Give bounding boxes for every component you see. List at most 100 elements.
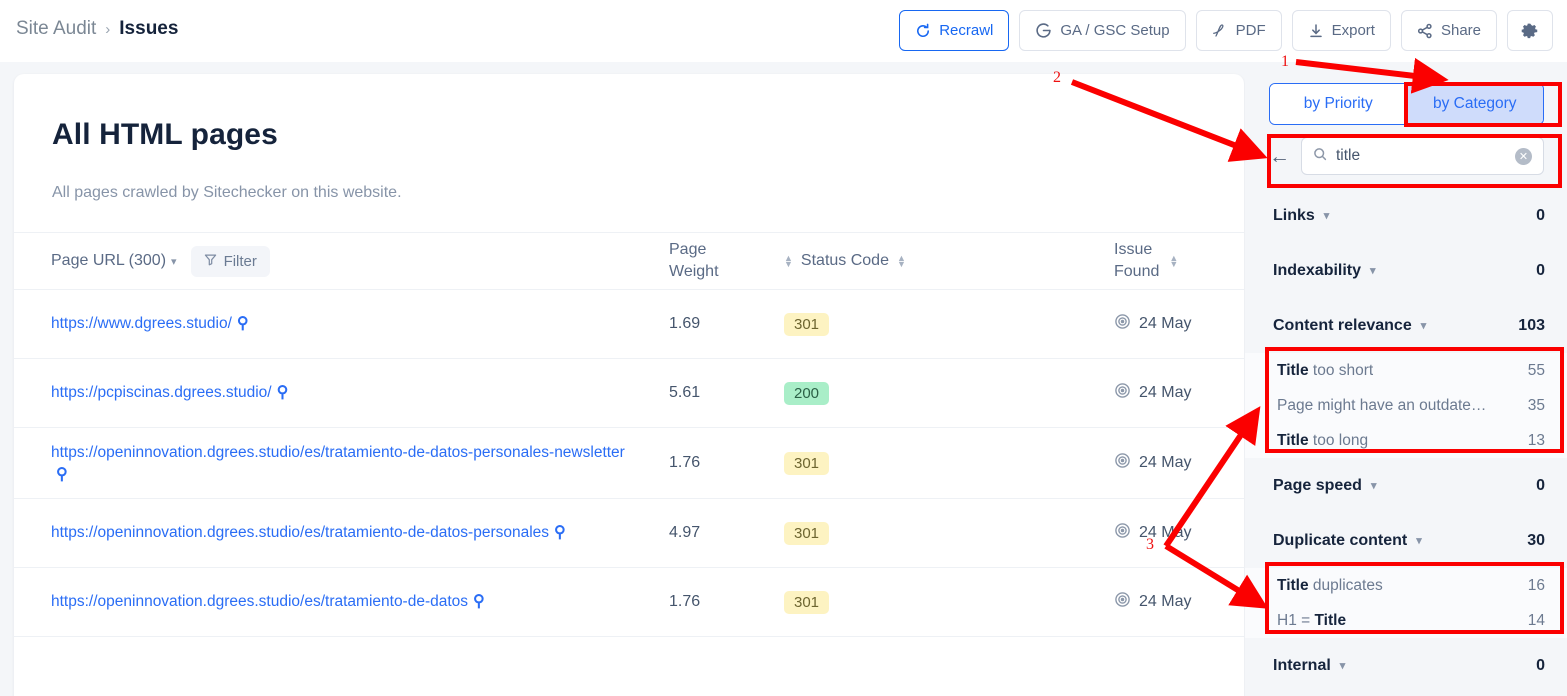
cell-status-code: 200: [784, 381, 1114, 405]
refresh-icon: [915, 23, 931, 39]
page-weight-label: Page Weight: [669, 241, 719, 280]
filter-label: Filter: [223, 252, 257, 270]
filter-button[interactable]: Filter: [190, 245, 270, 277]
page-url-link[interactable]: https://pcpiscinas.dgrees.studio/: [51, 384, 272, 401]
category-label: Internal: [1273, 656, 1331, 674]
cell-status-code: 301: [784, 312, 1114, 336]
pdf-button[interactable]: PDF: [1195, 10, 1282, 51]
export-button[interactable]: Export: [1291, 10, 1391, 51]
category-label: Content relevance: [1273, 316, 1412, 334]
recrawl-button[interactable]: Recrawl: [899, 10, 1010, 51]
arrow-left-icon[interactable]: ←: [1269, 146, 1290, 167]
category-count: 30: [1527, 531, 1545, 549]
inspect-url-icon[interactable]: ⚲: [277, 384, 289, 401]
recrawl-label: Recrawl: [939, 22, 994, 39]
page-url-link[interactable]: https://openinnovation.dgrees.studio/es/…: [51, 524, 549, 541]
issue-sub-row[interactable]: Title duplicates 16: [1245, 568, 1567, 603]
chevron-down-icon[interactable]: ▾: [1324, 209, 1330, 222]
issue-sub-row[interactable]: Title too short 55: [1245, 353, 1567, 388]
clear-circle-icon[interactable]: ✕: [1515, 147, 1532, 165]
crawl-radar-icon: [1114, 522, 1131, 544]
table-body: https://www.dgrees.studio/ ⚲ 1.69 301 24 May…: [14, 290, 1244, 638]
cell-status-code: 301: [784, 521, 1114, 545]
issue-found-sort-icon[interactable]: ▲ ▼: [1169, 254, 1178, 269]
status-code-sort-icon[interactable]: ▲ ▼: [897, 254, 906, 269]
category-row[interactable]: Content relevance ▾ 103: [1245, 298, 1567, 353]
chevron-down-icon[interactable]: ▾: [1421, 319, 1427, 332]
chevron-down-icon[interactable]: ▾: [1340, 659, 1346, 672]
share-button[interactable]: Share: [1400, 10, 1497, 51]
tab-by-priority[interactable]: by Priority: [1270, 84, 1407, 124]
page-url-label: Page URL (300): [51, 252, 167, 269]
gear-icon: [1521, 22, 1539, 40]
issue-sub-row[interactable]: H1 = Title 14: [1245, 603, 1567, 638]
issue-sub-row[interactable]: Page might have an outdated t... 35: [1245, 388, 1567, 423]
settings-button[interactable]: [1507, 10, 1553, 51]
issue-sub-label: Title too short: [1277, 361, 1374, 379]
issue-sub-row[interactable]: Title too long 13: [1245, 423, 1567, 458]
issue-found-date: 24 May: [1139, 454, 1192, 472]
search-input[interactable]: title ✕: [1301, 137, 1544, 175]
chevron-down-icon[interactable]: ▾: [1370, 264, 1376, 277]
cell-page-url: https://pcpiscinas.dgrees.studio/ ⚲: [14, 368, 669, 418]
page-url-link[interactable]: https://openinnovation.dgrees.studio/es/…: [51, 444, 625, 461]
category-count: 0: [1536, 206, 1545, 224]
chevron-down-icon[interactable]: ▾: [1371, 479, 1377, 492]
cell-page-url: https://openinnovation.dgrees.studio/es/…: [14, 577, 669, 627]
category-sub-list: Title duplicates 16 H1 = Title 14: [1245, 568, 1567, 638]
page-url-sort[interactable]: Page URL (300) ▾: [51, 252, 177, 270]
issues-sidebar: by Priority by Category ← title ✕ Links ▾…: [1245, 62, 1567, 696]
category-row[interactable]: Internal ▾ 0: [1245, 638, 1567, 693]
status-badge: 301: [784, 312, 830, 336]
crawl-radar-icon: [1114, 591, 1131, 613]
cell-issue-found: 24 May: [1114, 313, 1244, 335]
table-row: https://openinnovation.dgrees.studio/es/…: [14, 499, 1244, 569]
category-count: 0: [1536, 656, 1545, 674]
search-icon: [1313, 147, 1327, 166]
cell-page-weight: 1.69: [669, 315, 701, 332]
column-issue-found[interactable]: Issue Found ▲ ▼: [1114, 239, 1244, 282]
category-count: 0: [1536, 476, 1545, 494]
page-subtitle: All pages crawled by Sitechecker on this…: [52, 184, 402, 201]
inspect-url-icon[interactable]: ⚲: [554, 524, 566, 541]
status-code-label: Status Code: [800, 252, 889, 269]
chevron-down-icon[interactable]: ▾: [1416, 534, 1422, 547]
category-row[interactable]: Links ▾ 0: [1245, 188, 1567, 243]
issue-sub-count: 55: [1527, 361, 1545, 379]
column-page-url: Page URL (300) ▾ Filter: [14, 245, 669, 277]
page-url-link[interactable]: https://openinnovation.dgrees.studio/es/…: [51, 593, 468, 610]
category-row[interactable]: Page speed ▾ 0: [1245, 458, 1567, 513]
google-g-icon: [1035, 22, 1052, 39]
table-row: https://pcpiscinas.dgrees.studio/ ⚲ 5.61 20…: [14, 359, 1244, 428]
issue-sub-label: Title duplicates: [1277, 576, 1383, 594]
column-status-code[interactable]: ▲ ▼ Status Code ▲ ▼: [784, 252, 1114, 270]
breadcrumb-separator-icon: ›: [105, 20, 111, 38]
table-row: https://openinnovation.dgrees.studio/es/…: [14, 428, 1244, 500]
status-badge: 200: [784, 381, 830, 405]
issue-sub-label: Title too long: [1277, 431, 1369, 449]
cell-status-code: 301: [784, 590, 1114, 614]
issue-sub-label: Page might have an outdated t...: [1277, 396, 1492, 414]
pdf-icon: [1212, 22, 1228, 39]
cell-page-url: https://www.dgrees.studio/ ⚲: [14, 299, 669, 349]
issue-found-date: 24 May: [1139, 315, 1192, 332]
ga-gsc-setup-button[interactable]: GA / GSC Setup: [1019, 10, 1186, 51]
crawl-radar-icon: [1114, 313, 1131, 335]
inspect-url-icon[interactable]: ⚲: [56, 466, 68, 483]
category-row[interactable]: Indexability ▾ 0: [1245, 243, 1567, 298]
inspect-url-icon[interactable]: ⚲: [237, 315, 249, 332]
tab-by-category[interactable]: by Category: [1406, 84, 1543, 124]
page-weight-sort-icon[interactable]: ▲ ▼: [784, 254, 793, 269]
category-row[interactable]: Duplicate content ▾ 30: [1245, 513, 1567, 568]
inspect-url-icon[interactable]: ⚲: [473, 593, 485, 610]
category-count: 103: [1518, 316, 1545, 334]
table-row: https://www.dgrees.studio/ ⚲ 1.69 301 24 May: [14, 290, 1244, 359]
column-page-weight[interactable]: Page Weight: [669, 239, 784, 282]
table-header-row: Page URL (300) ▾ Filter Page Weight ▲▼: [14, 232, 1244, 290]
status-badge: 301: [784, 451, 830, 475]
issue-found-date: 24 May: [1139, 593, 1192, 611]
page-url-link[interactable]: https://www.dgrees.studio/: [51, 315, 232, 332]
breadcrumb-site-audit[interactable]: Site Audit: [16, 18, 96, 40]
category-count: 0: [1536, 261, 1545, 279]
cell-issue-found: 24 May: [1114, 522, 1244, 544]
